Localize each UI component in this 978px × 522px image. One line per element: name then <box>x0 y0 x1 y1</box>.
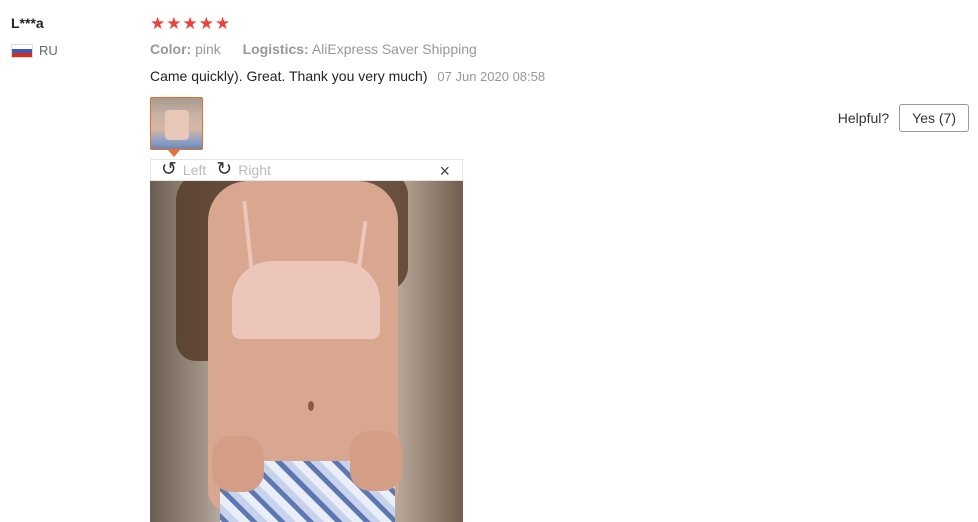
rotate-right-label: Right <box>238 162 271 178</box>
color-label: Color: <box>150 41 192 57</box>
reviewer-country: RU <box>11 43 58 58</box>
close-icon[interactable]: × <box>439 161 450 182</box>
star-rating: ★ ★ ★ ★ ★ <box>150 14 230 34</box>
helpful-vote: Helpful? Yes (7) <box>838 104 969 132</box>
order-attributes: Color: pink Logistics: AliExpress Saver … <box>150 41 477 57</box>
rotate-left-button[interactable]: ↺ Left <box>161 159 207 180</box>
photo-viewer-toolbar: ↺ Left ↻ Right × <box>150 159 463 181</box>
rotate-right-button[interactable]: ↻ Right <box>216 159 271 180</box>
review-photo-large <box>150 181 463 522</box>
star-icon: ★ <box>150 14 166 33</box>
review-text: Came quickly). Great. Thank you very muc… <box>150 68 428 84</box>
rotate-left-icon: ↺ <box>161 159 177 180</box>
rotate-right-icon: ↻ <box>216 159 233 180</box>
photo-top <box>232 261 380 339</box>
photo-navel <box>308 401 314 411</box>
review-photo-thumbnail[interactable] <box>150 97 203 150</box>
review-body: Came quickly). Great. Thank you very muc… <box>150 68 545 84</box>
country-code: RU <box>39 43 58 58</box>
photo-viewer: ↺ Left ↻ Right × <box>150 159 463 522</box>
review-date: 07 Jun 2020 08:58 <box>437 69 546 84</box>
reviewer-name: L***a <box>11 15 44 31</box>
thumbnail-selected-caret-icon <box>168 150 180 157</box>
thumbnail-figure <box>165 110 189 140</box>
helpful-label: Helpful? <box>837 110 890 126</box>
star-icon: ★ <box>182 14 198 33</box>
photo-hand-right <box>350 431 402 491</box>
logistics-value: AliExpress Saver Shipping <box>311 41 477 57</box>
logistics-label: Logistics: <box>242 41 309 57</box>
star-icon: ★ <box>215 14 231 33</box>
photo-hand-left <box>212 436 264 492</box>
star-icon: ★ <box>166 14 182 33</box>
rotate-left-label: Left <box>182 162 207 178</box>
russia-flag-icon <box>11 43 33 58</box>
star-icon: ★ <box>198 14 214 33</box>
helpful-yes-button[interactable]: Yes (7) <box>899 104 969 132</box>
color-value: pink <box>195 41 221 57</box>
